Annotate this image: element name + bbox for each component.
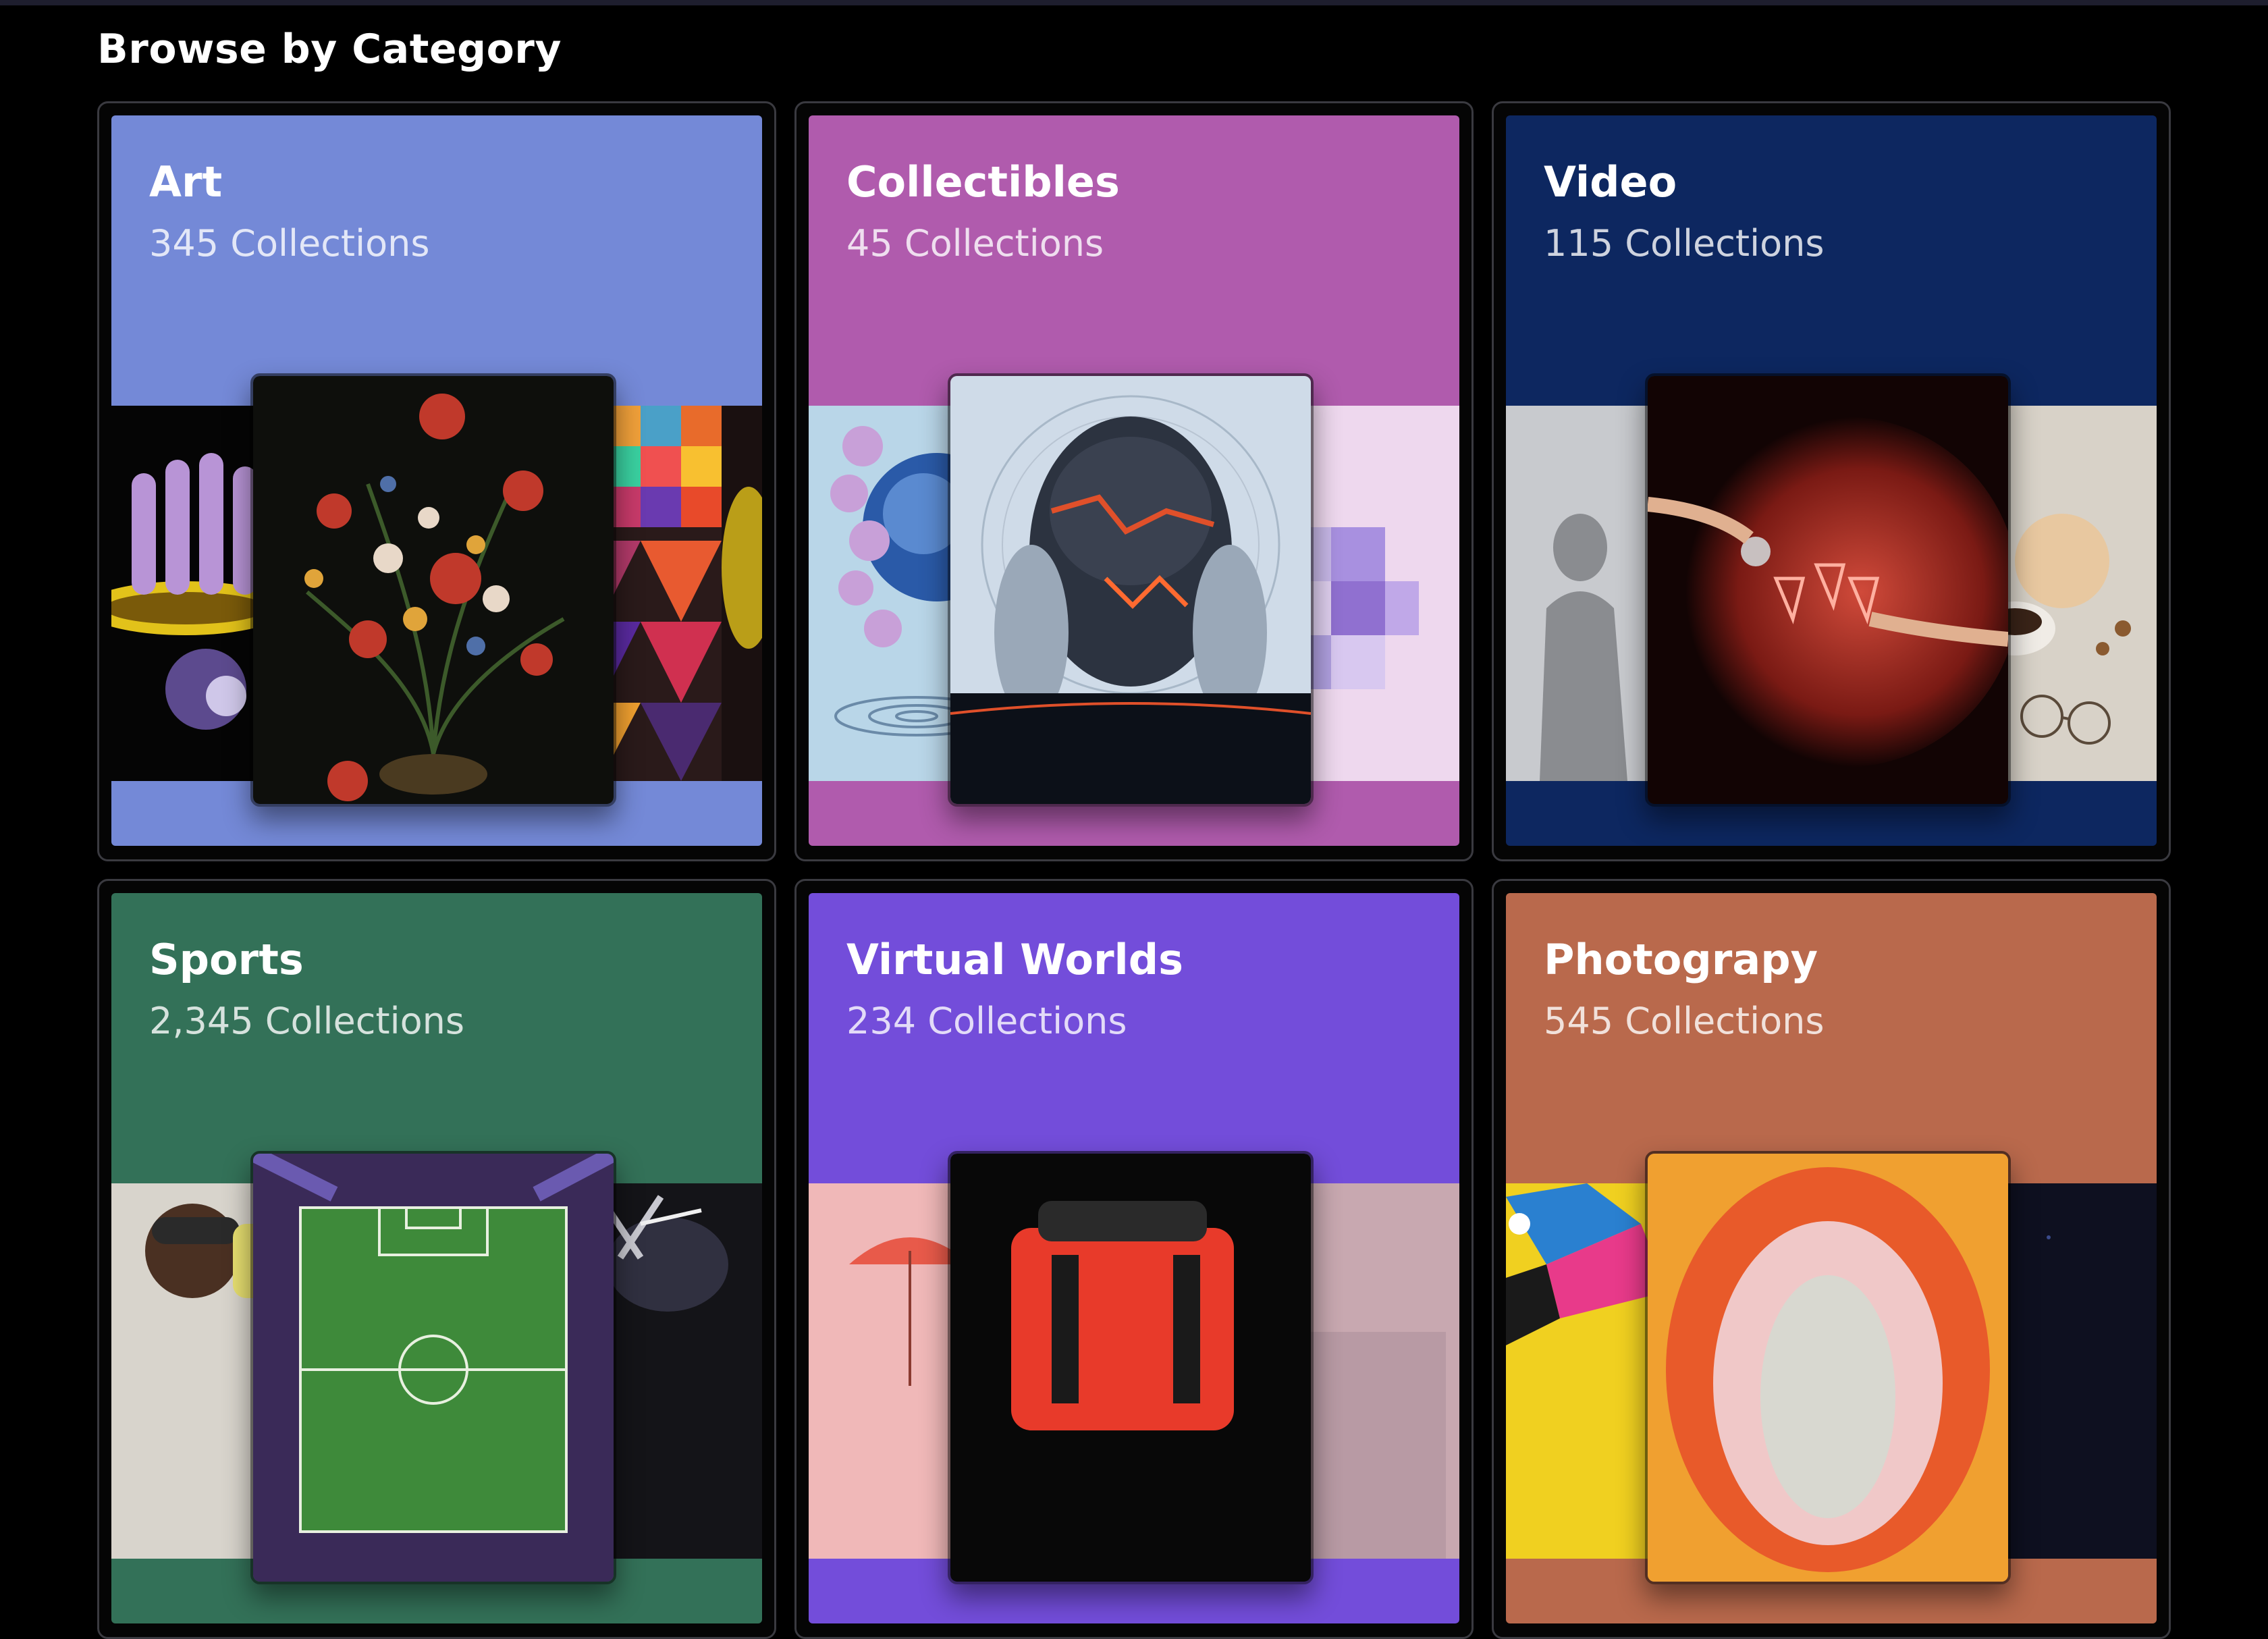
category-card-inner: Sports 2,345 Collections — [111, 893, 762, 1623]
category-card-collectibles[interactable]: Collectibles 45 Collections — [794, 101, 1474, 861]
category-title: Virtual Worlds — [846, 935, 1184, 984]
category-card-sports[interactable]: Sports 2,345 Collections — [97, 879, 776, 1639]
category-count: 2,345 Collections — [149, 1000, 464, 1042]
preview-image-main — [948, 373, 1314, 807]
category-grid: Art 345 Collections Collectibles 45 Coll… — [97, 101, 2171, 1639]
category-card-inner: Art 345 Collections — [111, 115, 762, 846]
category-card-inner: Virtual Worlds 234 Collections — [809, 893, 1459, 1623]
category-card-art[interactable]: Art 345 Collections — [97, 101, 776, 861]
category-title: Art — [149, 157, 223, 207]
category-card-inner: Video 115 Collections — [1506, 115, 2157, 846]
category-title: Collectibles — [846, 157, 1120, 207]
top-border — [0, 0, 2268, 5]
category-card-inner: Collectibles 45 Collections — [809, 115, 1459, 846]
section-title: Browse by Category — [97, 26, 562, 73]
category-count: 345 Collections — [149, 222, 430, 265]
category-card-virtual-worlds[interactable]: Virtual Worlds 234 Collections — [794, 879, 1474, 1639]
category-count: 115 Collections — [1544, 222, 1825, 265]
category-count: 234 Collections — [846, 1000, 1127, 1042]
preview-image-main — [250, 373, 616, 807]
preview-image-main — [948, 1151, 1314, 1584]
category-title: Video — [1544, 157, 1677, 207]
preview-image-main — [1645, 373, 2011, 807]
category-count: 45 Collections — [846, 222, 1104, 265]
category-title: Photograpy — [1544, 935, 1818, 984]
category-card-photograpy[interactable]: Photograpy 545 Collections — [1492, 879, 2171, 1639]
preview-image-main — [250, 1151, 616, 1584]
category-card-video[interactable]: Video 115 Collections — [1492, 101, 2171, 861]
category-count: 545 Collections — [1544, 1000, 1825, 1042]
category-title: Sports — [149, 935, 304, 984]
preview-image-main — [1645, 1151, 2011, 1584]
category-card-inner: Photograpy 545 Collections — [1506, 893, 2157, 1623]
